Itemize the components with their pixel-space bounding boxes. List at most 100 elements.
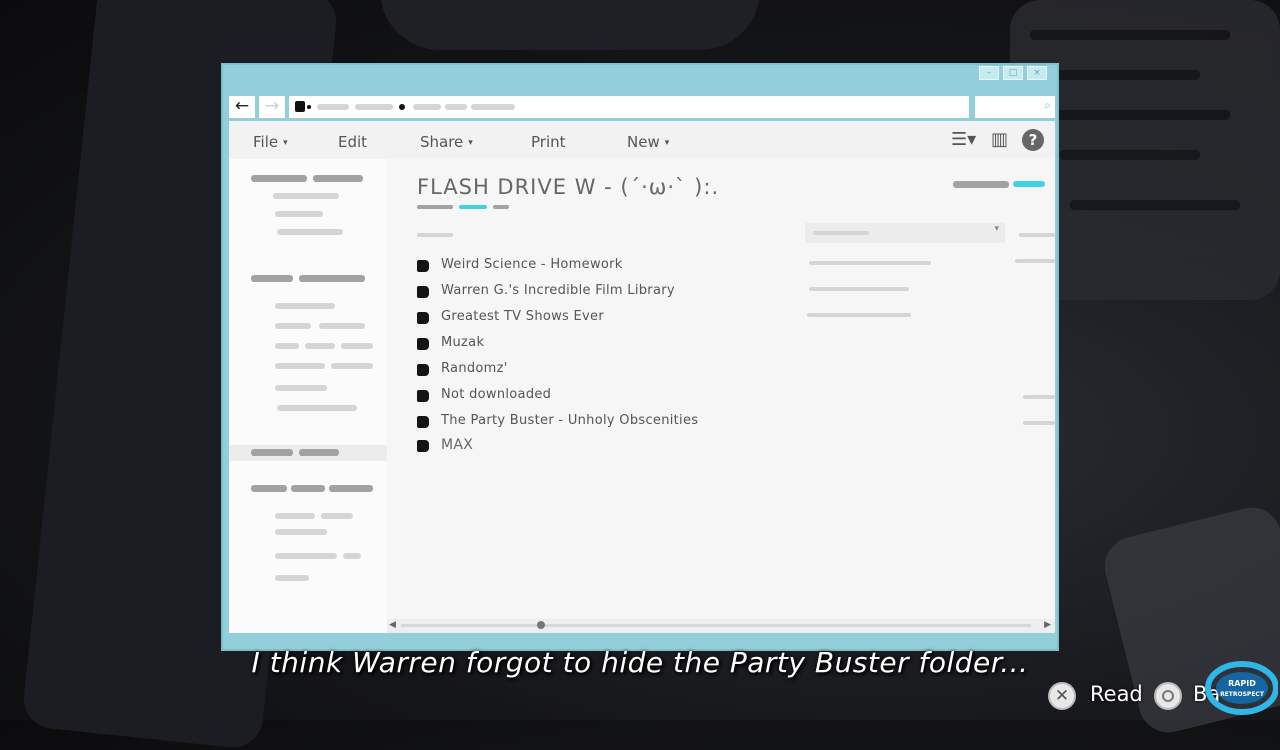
- sidebar-item[interactable]: [275, 343, 299, 349]
- sidebar-heading[interactable]: [291, 485, 325, 492]
- column-header-name[interactable]: [417, 233, 453, 237]
- folder-name: Randomz': [441, 361, 508, 376]
- help-icon[interactable]: ?: [1022, 129, 1044, 151]
- new-menu[interactable]: New ▾: [627, 133, 669, 151]
- column-header-label: [813, 231, 869, 235]
- sidebar-item[interactable]: [275, 385, 327, 391]
- column-header-type[interactable]: [1019, 233, 1055, 237]
- edit-menu[interactable]: Edit: [338, 133, 367, 151]
- title-underline: [493, 205, 509, 209]
- sidebar-item[interactable]: [275, 363, 325, 369]
- sidebar-item[interactable]: [305, 343, 335, 349]
- address-segment: [355, 104, 393, 110]
- chevron-down-icon: ▾: [468, 138, 473, 148]
- address-bar[interactable]: [289, 96, 969, 118]
- cross-button-icon[interactable]: ✕: [1048, 682, 1076, 710]
- horizontal-scrollbar[interactable]: ◀ ▶: [387, 619, 1055, 633]
- share-menu[interactable]: Share ▾: [420, 133, 473, 151]
- folder-meta: [809, 287, 909, 291]
- drive-icon: [295, 101, 305, 112]
- folder-name: The Party Buster - Unholy Obscenities: [441, 413, 699, 428]
- folder-meta: [1023, 395, 1055, 399]
- sidebar-item[interactable]: [273, 193, 339, 199]
- close-button[interactable]: ×: [1027, 66, 1047, 80]
- chevron-down-icon: ▾: [283, 138, 288, 148]
- explorer-content: File ▾ Edit Share ▾ Print New ▾ ☰▾ ▥ ? F…: [229, 121, 1055, 633]
- forward-arrow-icon[interactable]: →: [259, 96, 285, 118]
- sidebar-item[interactable]: [321, 513, 353, 519]
- sidebar-item[interactable]: [331, 363, 373, 369]
- sidebar-heading[interactable]: [251, 449, 293, 456]
- header-status-bar: [953, 181, 1009, 188]
- sidebar-item[interactable]: [343, 553, 361, 559]
- scroll-right-icon[interactable]: ▶: [1044, 620, 1051, 630]
- folder-meta: [1015, 259, 1055, 263]
- scroll-thumb[interactable]: [537, 621, 545, 629]
- svg-text:RETROSPECT: RETROSPECT: [1220, 691, 1265, 698]
- address-row: ← → ⌕: [229, 96, 1055, 118]
- sidebar-heading[interactable]: [251, 175, 307, 182]
- maximize-button[interactable]: □: [1003, 66, 1023, 80]
- address-segment: [445, 104, 467, 110]
- toolbar: File ▾ Edit Share ▾ Print New ▾ ☰▾ ▥ ?: [229, 121, 1055, 159]
- circle-button-icon[interactable]: [1154, 682, 1182, 710]
- folder-icon: [417, 416, 429, 428]
- folder-name: Not downloaded: [441, 387, 552, 402]
- folder-meta: [809, 261, 931, 265]
- print-menu-label: Print: [531, 133, 566, 151]
- sidebar-item[interactable]: [341, 343, 373, 349]
- minimize-button[interactable]: –: [979, 66, 999, 80]
- sidebar-heading[interactable]: [251, 275, 293, 282]
- file-menu[interactable]: File ▾: [253, 133, 288, 151]
- folder-icon: [417, 286, 429, 298]
- scroll-left-icon[interactable]: ◀: [389, 620, 396, 630]
- folder-name: Muzak: [441, 335, 485, 350]
- sidebar-item[interactable]: [275, 211, 323, 217]
- sidebar-heading[interactable]: [329, 485, 373, 492]
- search-icon: ⌕: [1044, 98, 1051, 112]
- sidebar-heading[interactable]: [299, 449, 339, 456]
- sidebar-item[interactable]: [277, 229, 343, 235]
- sidebar-item[interactable]: [275, 303, 335, 309]
- back-arrow-icon[interactable]: ←: [229, 96, 255, 118]
- sidebar-heading[interactable]: [251, 485, 287, 492]
- address-segment: [471, 104, 515, 110]
- folder-icon: [417, 312, 429, 324]
- address-segment: [317, 104, 349, 110]
- read-prompt-label: Read: [1090, 682, 1143, 706]
- background-figure-head: [380, 0, 760, 50]
- svg-text:RAPID: RAPID: [1228, 679, 1256, 688]
- address-segment: [413, 104, 441, 110]
- edit-menu-label: Edit: [338, 133, 368, 151]
- share-menu-label: Share: [420, 133, 464, 151]
- new-menu-label: New: [627, 133, 660, 151]
- chevron-down-icon: ▾: [664, 138, 670, 148]
- folder-name: MAX: [441, 437, 474, 453]
- file-explorer-window: – □ × ← → ⌕ File ▾ Edit Share ▾ Print Ne…: [221, 63, 1059, 651]
- sidebar-item[interactable]: [319, 323, 365, 329]
- folder-name: Warren G.'s Incredible Film Library: [441, 283, 675, 298]
- sidebar-item[interactable]: [277, 405, 357, 411]
- window-controls: – □ ×: [979, 66, 1047, 80]
- folder-meta: [807, 313, 911, 317]
- sidebar-heading[interactable]: [313, 175, 363, 182]
- sidebar-item[interactable]: [275, 323, 311, 329]
- folder-icon: [417, 440, 429, 452]
- folder-name: Weird Science - Homework: [441, 257, 623, 272]
- dialogue-subtitle: I think Warren forgot to hide the Party …: [251, 646, 1029, 679]
- view-options-icon[interactable]: ☰▾: [951, 129, 976, 150]
- sidebar-item[interactable]: [275, 575, 309, 581]
- sidebar-heading[interactable]: [299, 275, 365, 282]
- search-box[interactable]: ⌕: [975, 96, 1055, 118]
- folder-icon: [417, 390, 429, 402]
- sidebar-item[interactable]: [275, 513, 315, 519]
- sort-icon: ▾: [994, 224, 999, 234]
- drive-title: FLASH DRIVE W - (ˊ·ω·ˋ ):.: [417, 175, 720, 199]
- scroll-track[interactable]: [401, 624, 1031, 627]
- folder-icon: [417, 338, 429, 350]
- column-header-date[interactable]: ▾: [805, 223, 1005, 243]
- preview-pane-icon[interactable]: ▥: [991, 129, 1008, 150]
- sidebar-item[interactable]: [275, 553, 337, 559]
- print-menu[interactable]: Print: [531, 133, 566, 151]
- sidebar-item[interactable]: [275, 529, 327, 535]
